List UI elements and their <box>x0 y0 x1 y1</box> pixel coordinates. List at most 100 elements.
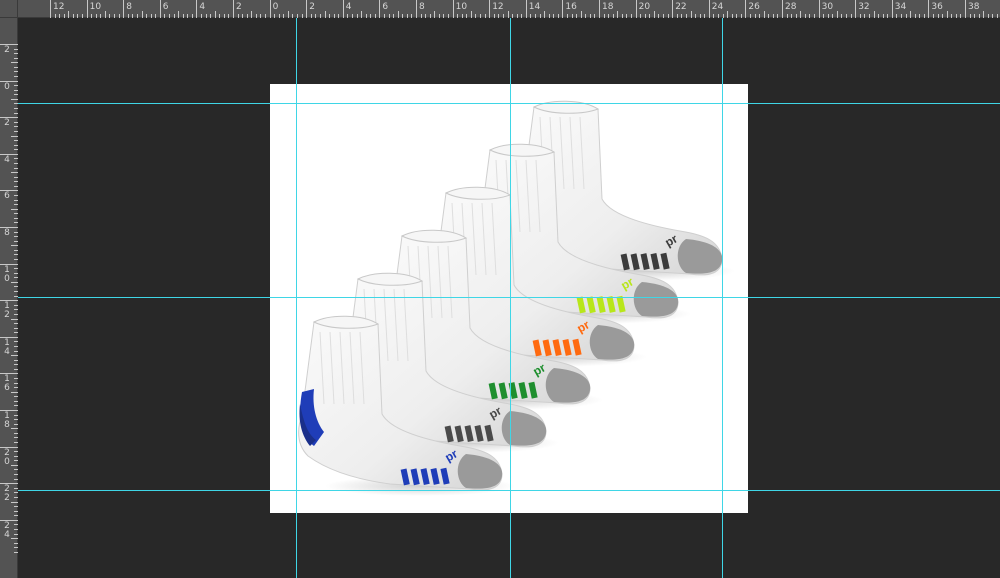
ruler-minor-tick <box>11 62 18 64</box>
ruler-minor-tick <box>283 14 285 18</box>
ruler-minor-tick <box>612 14 614 18</box>
ruler-minor-tick <box>14 149 18 151</box>
ruler-minor-tick <box>493 14 495 18</box>
ruler-minor-tick <box>905 14 907 18</box>
ruler-minor-tick <box>11 135 18 137</box>
ruler-minor-tick <box>873 11 875 18</box>
ruler-label: 22 <box>675 2 687 12</box>
ruler-minor-tick <box>475 14 477 18</box>
ruler-minor-tick <box>100 14 102 18</box>
ruler-minor-tick <box>168 14 170 18</box>
ruler-major-tick <box>965 0 966 18</box>
ruler-minor-tick <box>72 14 74 18</box>
ruler-minor-tick <box>663 14 665 18</box>
ruler-minor-tick <box>109 14 111 18</box>
horizontal-ruler[interactable]: 12 10 8 6 4 2 0 2 4 6 8 10 12 14 16 18 20 22 24 26 28 30 32 34 3… <box>18 0 1000 18</box>
document-canvas[interactable]: pr pr pr pr pr pr <box>270 84 748 513</box>
ruler-minor-tick <box>850 14 852 18</box>
ruler-label: 4 <box>345 2 352 12</box>
ruler-minor-tick <box>772 14 774 18</box>
ruler-major-tick <box>196 0 198 18</box>
ruler-minor-tick <box>809 14 811 18</box>
ruler-minor-tick <box>553 14 555 18</box>
vertical-guide[interactable] <box>296 18 297 578</box>
ruler-minor-tick <box>14 167 18 169</box>
ruler-minor-tick <box>685 14 687 18</box>
ruler-minor-tick <box>146 14 148 18</box>
ruler-minor-tick <box>14 474 18 476</box>
ruler-minor-tick <box>14 272 18 274</box>
ruler-minor-tick <box>14 254 18 256</box>
ruler-minor-tick <box>14 364 18 366</box>
ruler-minor-tick <box>228 14 230 18</box>
horizontal-guide[interactable] <box>18 103 1000 104</box>
ruler-major-tick <box>635 0 637 18</box>
ruler-minor-tick <box>791 14 793 18</box>
ruler-minor-tick <box>14 309 18 311</box>
ruler-minor-tick <box>868 14 870 18</box>
ruler-minor-tick <box>14 437 18 439</box>
ruler-label: 38 <box>968 2 980 12</box>
ruler-minor-tick <box>566 14 568 18</box>
ruler-minor-tick <box>653 11 655 18</box>
ruler-minor-tick <box>68 11 70 18</box>
ruler-minor-tick <box>841 14 843 18</box>
ruler-minor-tick <box>14 130 18 132</box>
ruler-label: 2 <box>236 2 242 12</box>
ruler-minor-tick <box>740 14 742 18</box>
ruler-label: 6 <box>382 2 389 12</box>
ruler-major-tick <box>452 0 454 18</box>
ruler-corner[interactable] <box>0 0 18 18</box>
horizontal-guide[interactable] <box>18 490 1000 491</box>
ruler-minor-tick <box>14 469 18 471</box>
ruler-minor-tick <box>14 515 18 517</box>
ruler-minor-tick <box>795 14 797 18</box>
ruler-minor-tick <box>11 281 18 283</box>
ruler-minor-tick <box>507 11 509 18</box>
ruler-major-tick <box>708 0 710 18</box>
ruler-minor-tick <box>539 14 541 18</box>
ruler-minor-tick <box>14 66 18 68</box>
ruler-minor-tick <box>443 14 445 18</box>
ruler-minor-tick <box>370 14 372 18</box>
horizontal-guide[interactable] <box>18 297 1000 298</box>
ruler-minor-tick <box>699 14 701 18</box>
ruler-minor-tick <box>470 11 472 18</box>
ruler-minor-tick <box>942 14 944 18</box>
ruler-minor-tick <box>11 318 18 320</box>
ruler-minor-tick <box>237 14 239 18</box>
vertical-ruler[interactable]: 2 0 2 4 6 8 10 12 14 16 18 20 22 24 <box>0 18 18 578</box>
ruler-minor-tick <box>14 396 18 398</box>
vertical-guide[interactable] <box>510 18 511 578</box>
ruler-minor-tick <box>402 14 404 18</box>
ruler-minor-tick <box>219 14 221 18</box>
ruler-minor-tick <box>324 11 326 18</box>
ruler-minor-tick <box>736 14 738 18</box>
ruler-label: 6 <box>162 2 169 12</box>
ruler-minor-tick <box>14 359 18 361</box>
ruler-minor-tick <box>530 14 532 18</box>
ruler-minor-tick <box>14 71 18 73</box>
ruler-minor-tick <box>14 332 18 334</box>
ruler-minor-tick <box>329 14 331 18</box>
ruler-minor-tick <box>946 11 948 18</box>
ruler-minor-tick <box>786 14 788 18</box>
ruler-minor-tick <box>608 14 610 18</box>
ruler-minor-tick <box>640 14 642 18</box>
ruler-minor-tick <box>265 14 267 18</box>
ruler-minor-tick <box>14 313 18 315</box>
ruler-minor-tick <box>14 368 18 370</box>
ruler-major-tick <box>672 0 674 18</box>
ruler-minor-tick <box>914 14 916 18</box>
ruler-minor-tick <box>14 53 18 55</box>
ruler-minor-tick <box>278 14 280 18</box>
ruler-label: 2 <box>4 118 10 129</box>
ruler-minor-tick <box>292 14 294 18</box>
ruler-label: 4 <box>4 154 10 165</box>
ruler-minor-tick <box>164 14 166 18</box>
ruler-minor-tick <box>14 140 18 142</box>
vertical-guide[interactable] <box>722 18 723 578</box>
ruler-label: 2 <box>309 2 315 12</box>
ruler-label: 8 <box>4 228 10 238</box>
ruler-minor-tick <box>14 194 18 196</box>
